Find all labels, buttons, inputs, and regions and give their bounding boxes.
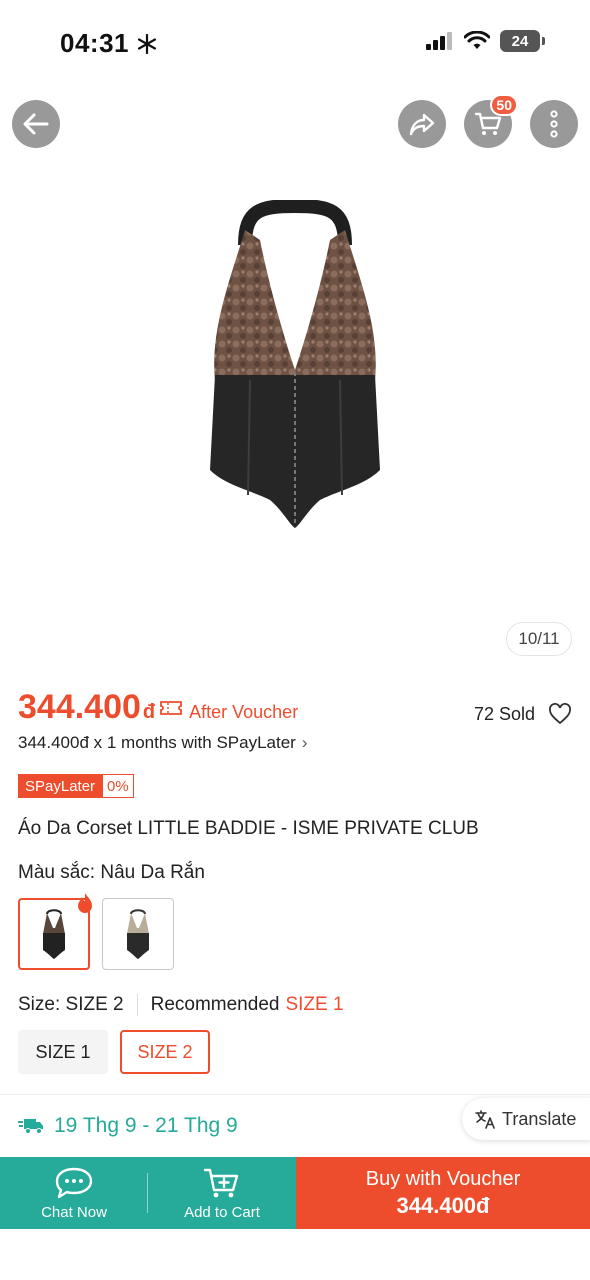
share-button[interactable] <box>398 100 446 148</box>
add-to-cart-label: Add to Cart <box>184 1203 260 1221</box>
translate-icon <box>475 1110 495 1129</box>
variant-thumbnail <box>43 909 65 959</box>
color-variant-1[interactable] <box>18 893 92 970</box>
delivery-estimate[interactable]: 19 Thg 9 - 21 Thg 9 <box>18 1114 238 1138</box>
delivery-dates: 19 Thg 9 - 21 Thg 9 <box>54 1114 238 1137</box>
product-image[interactable] <box>190 200 400 540</box>
status-bar: 04:31 24 <box>0 0 590 88</box>
installment-text: 344.400đ x 1 months with SPayLater <box>18 733 296 752</box>
installment-info[interactable]: 344.400đ x 1 months with SPayLater › <box>18 733 308 753</box>
wifi-icon <box>464 31 490 49</box>
translate-label: Translate <box>502 1108 577 1129</box>
fire-icon <box>78 893 92 913</box>
add-cart-icon <box>203 1168 239 1197</box>
signal-icon <box>426 32 452 50</box>
section-divider <box>0 1094 590 1095</box>
buy-label: Buy with Voucher <box>365 1167 521 1190</box>
size-option-2[interactable]: SIZE 2 <box>120 1030 210 1074</box>
product-title: Áo Da Corset LITTLE BADDIE - ISME PRIVAT… <box>18 818 479 839</box>
sold-count: 72 Sold <box>474 704 536 724</box>
color-value: Nâu Da Rắn <box>100 862 205 883</box>
buy-price: 344.400đ <box>396 1192 490 1218</box>
image-counter: 10/11 <box>506 622 572 656</box>
chat-now-label: Chat Now <box>41 1203 107 1221</box>
voucher-icon <box>160 701 183 715</box>
recommended-label: Recommended <box>150 994 280 1015</box>
chat-now-button[interactable]: Chat Now <box>0 1157 148 1229</box>
size-option-1[interactable]: SIZE 1 <box>18 1030 108 1074</box>
heart-icon[interactable] <box>548 703 572 725</box>
add-to-cart-button[interactable]: Add to Cart <box>148 1157 296 1229</box>
after-voucher-label: After Voucher <box>189 702 299 722</box>
spaylater-label: SPayLater <box>18 774 103 798</box>
variant-thumbnail <box>127 909 149 959</box>
spaylater-badge: SPayLater 0% <box>18 774 134 798</box>
bottom-bar-secondary: Chat Now Add to Cart <box>0 1157 296 1229</box>
color-selection: Màu sắc: Nâu Da Rắn <box>18 862 205 884</box>
buy-with-voucher-button[interactable]: Buy with Voucher 344.400đ <box>296 1157 590 1229</box>
delivery-truck-icon <box>18 1119 43 1134</box>
color-label: Màu sắc: <box>18 862 96 883</box>
battery-level: 24 <box>511 32 529 50</box>
snowflake-icon <box>137 33 156 55</box>
chat-icon <box>55 1167 93 1198</box>
size-label: Size: <box>18 994 61 1015</box>
status-time-text: 04:31 <box>60 28 129 58</box>
bottom-action-bar: Chat Now Add to Cart Buy with Voucher 34… <box>0 1157 590 1229</box>
back-button[interactable] <box>12 100 60 148</box>
status-time: 04:31 <box>60 28 157 59</box>
spaylater-rate: 0% <box>102 774 134 798</box>
color-variant-2[interactable] <box>102 898 174 970</box>
price-currency: đ <box>142 701 156 723</box>
translate-button[interactable]: Translate <box>462 1098 590 1140</box>
size-selection: Size: SIZE 2 Recommended SIZE 1 <box>18 994 344 1016</box>
chevron-right-icon: › <box>301 733 308 752</box>
back-arrow-icon <box>23 113 49 135</box>
battery-indicator: 24 <box>500 30 545 52</box>
cart-count-badge: 50 <box>490 94 518 116</box>
bottom-bar-divider <box>147 1173 148 1213</box>
more-icon <box>550 110 558 138</box>
price: 344.400 <box>18 688 141 726</box>
cart-button[interactable]: 50 <box>464 94 518 148</box>
price-row: 344.400 đ After Voucher <box>18 688 298 727</box>
size-divider <box>136 994 138 1016</box>
share-icon <box>409 113 435 136</box>
more-options-button[interactable] <box>530 100 578 148</box>
size-value: SIZE 2 <box>65 994 124 1015</box>
recommended-size: SIZE 1 <box>285 994 344 1015</box>
status-indicators: 24 <box>426 30 545 52</box>
